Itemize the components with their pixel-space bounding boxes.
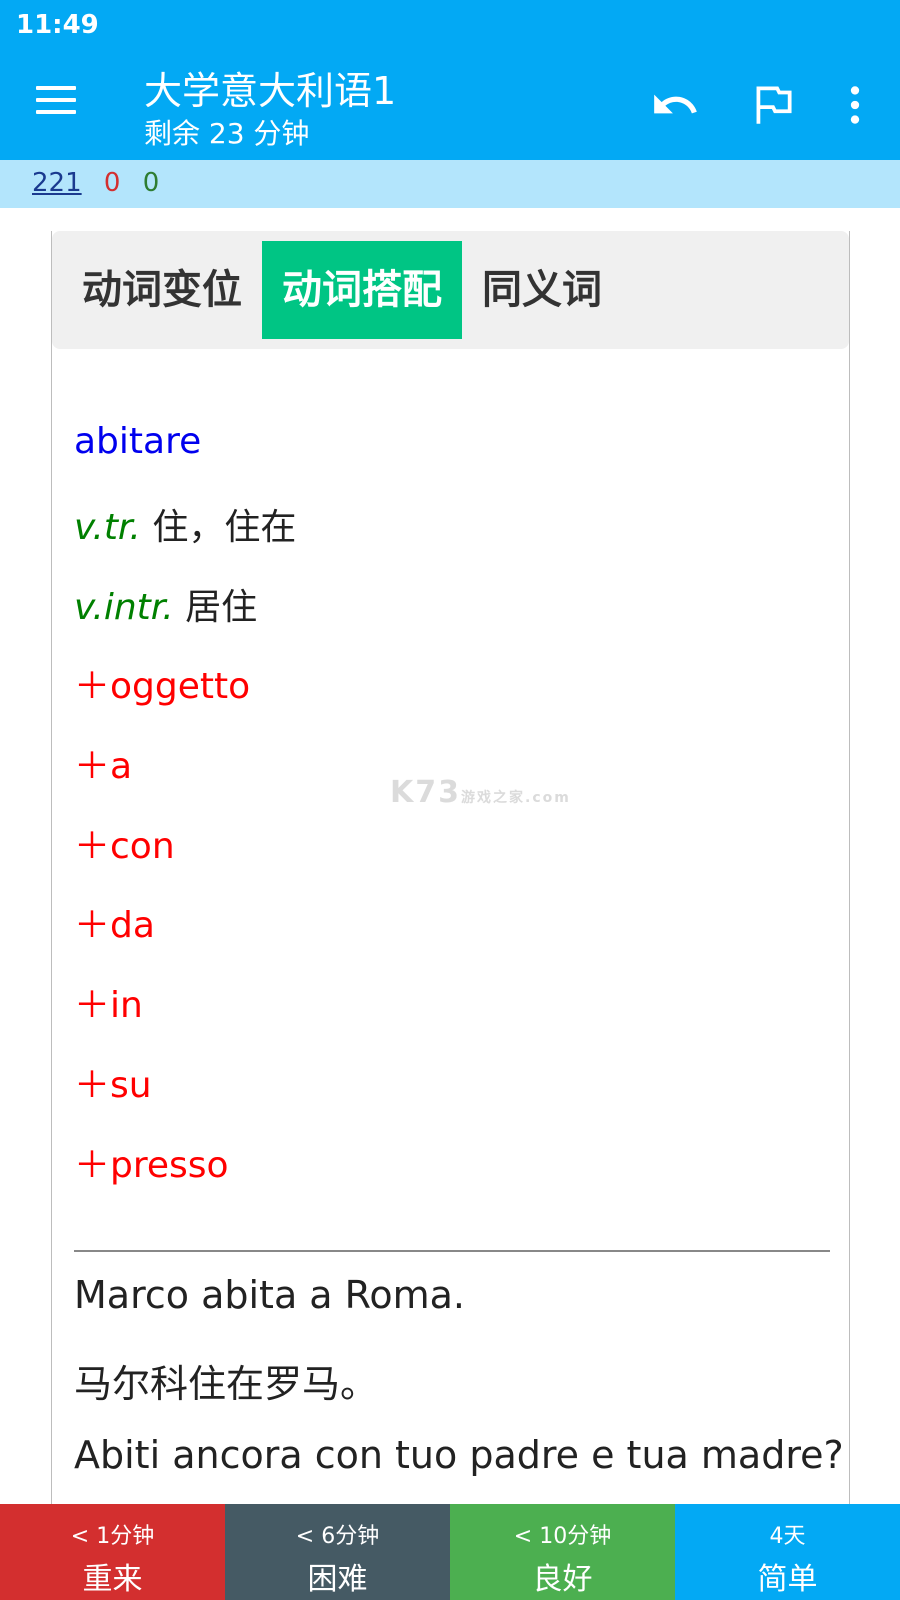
app-bar: 大学意大利语1 剩余 23 分钟: [0, 50, 900, 160]
undo-icon[interactable]: [650, 80, 700, 130]
collocation-item: ＋su: [74, 1065, 152, 1106]
definition-row: v.intr. 居住: [74, 578, 257, 630]
example-translation: 马尔科住在罗马。: [74, 1362, 379, 1406]
deck-title: 大学意大利语1: [144, 69, 397, 113]
tab-collocation[interactable]: 动词搭配: [262, 241, 462, 339]
menu-icon[interactable]: [36, 86, 76, 118]
easy-button[interactable]: 4天 简单: [675, 1504, 900, 1600]
flag-icon[interactable]: [748, 80, 798, 130]
good-button[interactable]: < 10分钟 良好: [450, 1504, 675, 1600]
review-count: 0: [142, 168, 160, 198]
part-of-speech: v.tr.: [74, 507, 141, 548]
collocation-item: ＋a: [74, 746, 133, 787]
more-options-icon[interactable]: [830, 80, 880, 130]
collocation-item: ＋con: [74, 826, 175, 867]
collocation-item: ＋presso: [74, 1145, 229, 1186]
example-sentence: Marco abita a Roma.: [74, 1273, 466, 1317]
hard-label: 困难: [307, 1562, 368, 1597]
again-interval: < 1分钟: [70, 1524, 155, 1549]
definition-meaning: 住，住在: [152, 507, 297, 548]
tab-synonyms[interactable]: 同义词: [462, 241, 622, 339]
hard-interval: < 6分钟: [295, 1524, 380, 1549]
new-count[interactable]: 221: [32, 168, 82, 198]
collocation-item: ＋in: [74, 985, 143, 1026]
status-bar: 11:49: [0, 0, 900, 50]
good-interval: < 10分钟: [513, 1524, 612, 1549]
easy-interval: 4天: [769, 1524, 806, 1549]
watermark-logo: K73游戏之家.com: [390, 775, 571, 810]
again-label: 重来: [82, 1562, 143, 1597]
again-button[interactable]: < 1分钟 重来: [0, 1504, 225, 1600]
card-content: 动词变位 动词搭配 同义词 abitare v.tr. 住，住在 v.intr.…: [51, 231, 850, 1505]
example-sentence: Abiti ancora con tuo padre e tua madre?: [74, 1433, 844, 1477]
good-label: 良好: [532, 1562, 593, 1597]
headword: abitare: [74, 421, 202, 462]
card-counts-bar: 221 0 0: [0, 160, 900, 208]
tab-conjugation[interactable]: 动词变位: [62, 241, 262, 339]
time-remaining: 剩余 23 分钟: [144, 117, 310, 150]
answer-bar: < 1分钟 重来 < 6分钟 困难 < 10分钟 良好 4天 简单: [0, 1504, 900, 1600]
part-of-speech: v.intr.: [74, 587, 174, 628]
collocation-item: ＋da: [74, 905, 155, 946]
definition-meaning: 居住: [185, 587, 258, 628]
hard-button[interactable]: < 6分钟 困难: [225, 1504, 450, 1600]
easy-label: 简单: [757, 1562, 818, 1597]
divider: [74, 1250, 830, 1252]
learning-count: 0: [103, 168, 121, 198]
tab-bar: 动词变位 动词搭配 同义词: [52, 231, 849, 349]
status-time: 11:49: [16, 10, 99, 40]
definition-row: v.tr. 住，住在: [74, 498, 296, 550]
collocation-item: ＋oggetto: [74, 666, 251, 707]
